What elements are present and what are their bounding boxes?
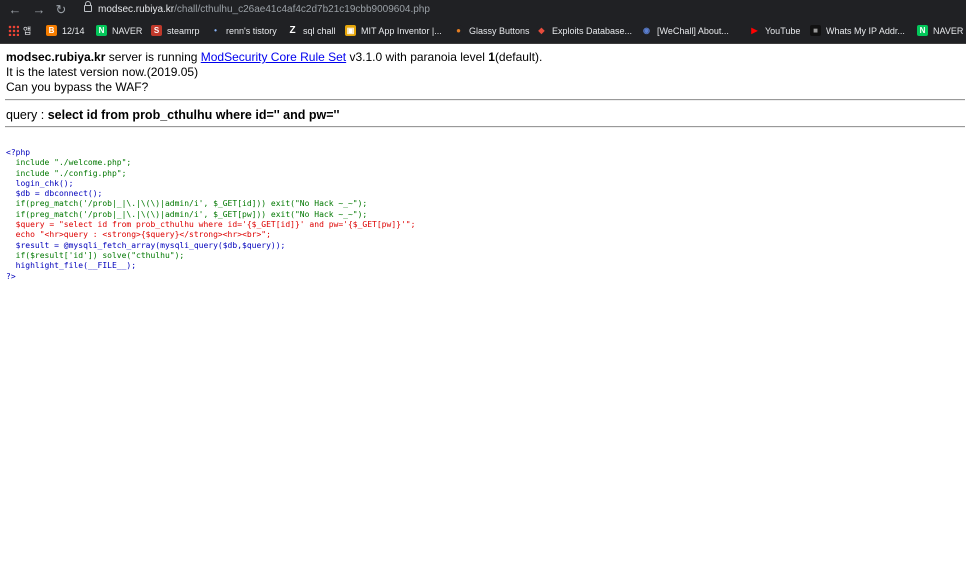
forward-arrow-icon[interactable]: → [31, 2, 47, 18]
bookmark-item[interactable]: ▣ MIT App Inventor |... [345, 23, 442, 39]
naver-icon: N [96, 25, 107, 37]
bookmark-item[interactable]: ▶ YouTube [749, 23, 800, 39]
code-line: ?> [6, 271, 16, 281]
apps-shortcut[interactable]: 앱 [8, 23, 31, 39]
bookmark-item[interactable]: N NAVER [96, 23, 142, 39]
steam-icon: S [151, 25, 162, 37]
app-inventor-icon: ▣ [345, 25, 356, 37]
code-line: $db = dbconnect(); [6, 189, 103, 199]
code-line: if($result['id']) solve("cthulhu"); [6, 250, 185, 260]
bookmark-item[interactable]: ◆ Exploits Database... [536, 23, 632, 39]
wechall-icon: ◉ [641, 25, 652, 37]
bookmark-item[interactable]: B 12/14 [46, 23, 85, 39]
server-info-line: modsec.rubiya.kr server is running ModSe… [6, 50, 543, 64]
paranoia-level: 1 [488, 50, 495, 64]
browser-toolbar: ← → ↻ modsec.rubiya.kr/chall/cthulhu_c26… [0, 0, 966, 20]
page-body: modsec.rubiya.kr server is running ModSe… [6, 50, 962, 95]
divider-top [5, 99, 965, 101]
bookmark-item[interactable]: N NAVER [917, 23, 963, 39]
bookmark-item[interactable]: Zsql chall [287, 23, 336, 39]
bypass-prompt: Can you bypass the WAF? [6, 80, 149, 94]
bookmark-item[interactable]: ● Glassy Buttons [453, 23, 530, 39]
ip-icon: ■ [810, 25, 821, 37]
code-line: highlight_file(__FILE__); [6, 261, 137, 271]
z-icon: Z [287, 25, 298, 37]
code-line: if(preg_match('/prob|_|\.|\(\)|admin/i',… [6, 199, 368, 209]
code-line: include "./welcome.php"; [6, 158, 132, 168]
bookmark-item[interactable]: Ssteamrp [151, 23, 200, 39]
exploit-db-icon: ◆ [536, 25, 547, 37]
youtube-icon: ▶ [749, 25, 760, 37]
query-value: select id from prob_cthulhu where id='' … [47, 108, 340, 122]
code-line: <?php [6, 148, 31, 157]
divider-bottom [5, 126, 965, 128]
bookmark-item[interactable]: ◉ [WeChall] About... [641, 23, 729, 39]
code-line: login_chk(); [6, 178, 74, 188]
bookmarks-bar: 앱 B 12/14 N NAVER Ssteamrp • renn's tistory… [0, 20, 966, 44]
code-line: if(preg_match('/prob|_|\.|\(\)|admin/i',… [6, 209, 368, 219]
code-line: include "./config.php"; [6, 168, 127, 178]
url-path: /chall/cthulhu_c26ae41c4af4c2d7b21c19cbb… [174, 4, 430, 15]
server-host: modsec.rubiya.kr [6, 50, 106, 64]
code-line: echo "<hr>query : <strong>{$query}</stro… [6, 230, 271, 240]
reload-icon[interactable]: ↻ [53, 2, 69, 18]
url-text[interactable]: modsec.rubiya.kr/chall/cthulhu_c26ae41c4… [98, 3, 430, 17]
naver-icon: N [917, 25, 928, 37]
latest-version-line: It is the latest version now.(2019.05) [6, 65, 199, 79]
lock-icon[interactable] [84, 1, 92, 12]
bookmark-item[interactable]: • renn's tistory [210, 23, 277, 39]
code-line: $query = "select id from prob_cthulhu wh… [6, 220, 416, 230]
highlighted-source-code: <?php include "./welcome.php"; include "… [6, 148, 415, 282]
glassy-icon: ● [453, 25, 464, 37]
crs-link[interactable]: ModSecurity Core Rule Set [201, 50, 346, 64]
query-line: query : select id from prob_cthulhu wher… [6, 108, 340, 122]
code-line: $result = @mysqli_fetch_array(mysqli_que… [6, 240, 286, 250]
back-arrow-icon[interactable]: ← [7, 2, 23, 18]
bookmark-item[interactable]: ■ Whats My IP Addr... [810, 23, 905, 39]
tistory-icon: • [210, 25, 221, 37]
apps-grid-icon [8, 25, 19, 37]
url-host: modsec.rubiya.kr [98, 4, 175, 15]
blogger-icon: B [46, 25, 57, 37]
